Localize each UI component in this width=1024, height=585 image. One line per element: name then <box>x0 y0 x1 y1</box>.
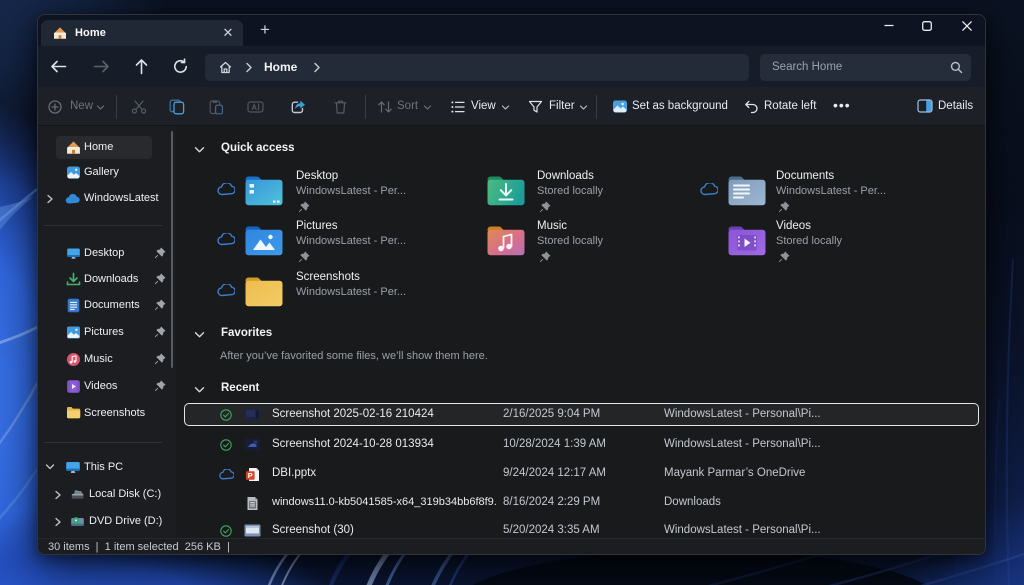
svg-text:P: P <box>248 471 253 480</box>
